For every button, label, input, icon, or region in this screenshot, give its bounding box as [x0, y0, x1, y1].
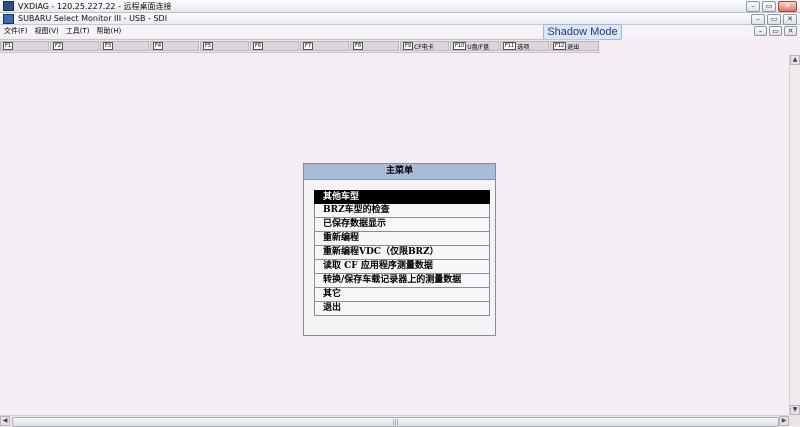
fkey-f4[interactable]: F4 — [150, 41, 199, 51]
menu-item-other-models[interactable]: 其他车型 — [314, 190, 490, 204]
function-key-bar: F1 F2 F3 F4 F5 F6 F7 F8 F9 CF电卡 F10 U盘/F盘 … — [0, 39, 600, 53]
scrollbar-corner — [789, 415, 800, 426]
main-menu-dialog: 主菜单 其他车型 BRZ车型的检查 已保存数据显示 重新编程 重新编程VDC（仅… — [303, 163, 496, 336]
fkey-number: F2 — [53, 42, 64, 50]
main-menu-title: 主菜单 — [304, 164, 495, 180]
fkey-number: F9 — [403, 42, 414, 50]
menu-tools[interactable]: 工具(T) — [62, 26, 93, 36]
scroll-down-button[interactable]: ▼ — [790, 405, 800, 415]
outer-title-bar: VXDIAG - 120.25.227.22 - 远程桌面连接 – ▭ ✕ — [0, 0, 800, 13]
shadow-mode-badge: Shadow Mode — [543, 24, 622, 40]
fkey-f5[interactable]: F5 — [200, 41, 249, 51]
fkey-number: F3 — [103, 42, 114, 50]
fkey-number: F1 — [3, 42, 14, 50]
outer-close-button[interactable]: ✕ — [778, 1, 797, 12]
fkey-number: F6 — [253, 42, 264, 50]
fkey-label: 退出 — [567, 43, 580, 51]
fkey-number: F12 — [553, 42, 567, 50]
scroll-grip-icon: ||| — [392, 419, 399, 426]
scroll-left-button[interactable]: ◀ — [0, 416, 10, 426]
mdi-restore-button[interactable]: ▭ — [769, 26, 782, 36]
main-menu-list: 其他车型 BRZ车型的检查 已保存数据显示 重新编程 重新编程VDC（仅限BRZ… — [314, 190, 490, 316]
menu-item-reprogram[interactable]: 重新编程 — [314, 232, 490, 246]
menu-item-exit[interactable]: 退出 — [314, 302, 490, 316]
vertical-scrollbar[interactable]: ▲ ▼ — [789, 55, 800, 415]
outer-window-title: VXDIAG - 120.25.227.22 - 远程桌面连接 — [18, 1, 172, 11]
menu-item-convert-recorder-data[interactable]: 转换/保存车载记录器上的测量数据 — [314, 274, 490, 288]
menu-item-other[interactable]: 其它 — [314, 288, 490, 302]
menu-item-brz-check[interactable]: BRZ车型的检查 — [314, 204, 490, 218]
menu-item-read-cf-data[interactable]: 读取 CF 应用程序测量数据 — [314, 260, 490, 274]
horizontal-scrollbar[interactable]: ◀ ||| ▶ — [0, 415, 789, 427]
fkey-f7[interactable]: F7 — [300, 41, 349, 51]
fkey-f6[interactable]: F6 — [250, 41, 299, 51]
menu-item-reprogram-vdc[interactable]: 重新编程VDC（仅限BRZ） — [314, 246, 490, 260]
fkey-number: F11 — [503, 42, 517, 50]
fkey-f8[interactable]: F8 — [350, 41, 399, 51]
fkey-f1[interactable]: F1 — [0, 41, 49, 51]
menu-view[interactable]: 视图(V) — [31, 26, 62, 36]
fkey-f2[interactable]: F2 — [50, 41, 99, 51]
menu-file[interactable]: 文件(F) — [0, 26, 31, 36]
fkey-number: F7 — [303, 42, 314, 50]
menu-item-saved-data[interactable]: 已保存数据显示 — [314, 218, 490, 232]
fkey-number: F8 — [353, 42, 364, 50]
fkey-label: CF电卡 — [414, 43, 434, 51]
app-restore-button[interactable]: ▭ — [767, 14, 781, 25]
app-title-bar: SUBARU Select Monitor III - USB - SDI – … — [0, 13, 800, 25]
fkey-f3[interactable]: F3 — [100, 41, 149, 51]
outer-minimize-button[interactable]: – — [746, 1, 760, 12]
app-minimize-button[interactable]: – — [751, 14, 765, 25]
app-close-button[interactable]: ✕ — [783, 14, 797, 25]
scroll-up-button[interactable]: ▲ — [790, 55, 800, 65]
outer-restore-button[interactable]: ▭ — [762, 1, 776, 12]
fkey-number: F10 — [453, 42, 467, 50]
fkey-f12[interactable]: F12 退出 — [550, 41, 599, 51]
menu-bar: 文件(F) 视图(V) 工具(T) 帮助(H) — [0, 25, 800, 37]
fkey-label: U盘/F盘 — [467, 43, 490, 51]
fkey-f11[interactable]: F11 选项 — [500, 41, 549, 51]
mdi-close-button[interactable]: ✕ — [784, 26, 797, 36]
fkey-number: F4 — [153, 42, 164, 50]
menu-help[interactable]: 帮助(H) — [93, 26, 125, 36]
fkey-f9[interactable]: F9 CF电卡 — [400, 41, 449, 51]
fkey-number: F5 — [203, 42, 214, 50]
fkey-label: 选项 — [517, 43, 530, 51]
mdi-minimize-button[interactable]: – — [754, 26, 767, 36]
scroll-right-button[interactable]: ▶ — [779, 416, 789, 426]
app-window-title: SUBARU Select Monitor III - USB - SDI — [18, 14, 168, 23]
fkey-f10[interactable]: F10 U盘/F盘 — [450, 41, 499, 51]
subaru-app-icon — [3, 13, 14, 24]
remote-desktop-icon — [3, 1, 14, 11]
